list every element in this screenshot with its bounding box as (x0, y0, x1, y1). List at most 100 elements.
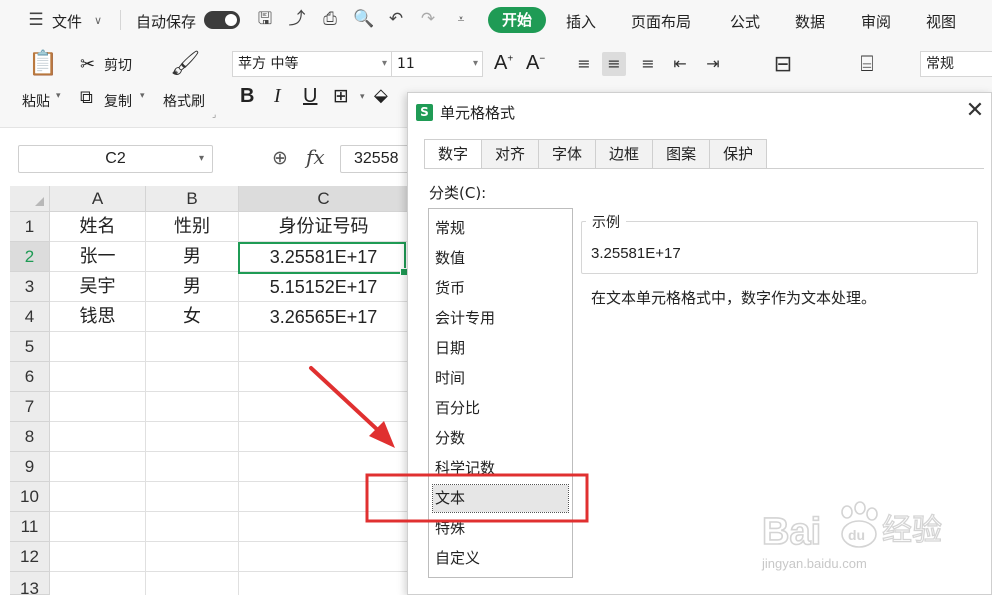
tab-pattern[interactable]: 图案 (653, 139, 711, 169)
category-date[interactable]: 日期 (433, 335, 568, 362)
copy-icon[interactable]: ⧉ (80, 87, 93, 108)
tab-view[interactable]: 视图 (926, 11, 956, 32)
row-header[interactable]: 6 (10, 362, 50, 392)
quick-access-dropdown-icon[interactable]: ⩡ (451, 9, 471, 29)
tab-alignment[interactable]: 对齐 (482, 139, 540, 169)
tab-formulas[interactable]: 公式 (730, 11, 760, 32)
cell-c1[interactable]: 身份证号码 (239, 212, 409, 242)
chevron-down-icon[interactable]: ▾ (199, 146, 204, 172)
undo-icon[interactable]: ↶ (386, 9, 406, 29)
chevron-down-icon[interactable]: ∨ (94, 14, 102, 27)
category-special[interactable]: 特殊 (433, 515, 568, 542)
column-header-a[interactable]: A (50, 186, 146, 212)
category-custom[interactable]: 自定义 (433, 545, 568, 572)
format-painter-icon[interactable]: 🖌 (170, 50, 200, 76)
autosave-toggle[interactable] (204, 11, 240, 29)
increase-font-icon[interactable]: A+ (494, 52, 513, 75)
bold-icon[interactable]: B (240, 85, 254, 108)
category-text[interactable]: 文本 (432, 484, 569, 513)
category-currency[interactable]: 货币 (433, 275, 568, 302)
redo-icon[interactable]: ↷ (418, 9, 438, 29)
scissors-icon[interactable]: ✂ (80, 54, 95, 75)
export-icon[interactable]: ⤴ (287, 9, 307, 29)
row-header[interactable]: 11 (10, 512, 50, 542)
row-header[interactable]: 8 (10, 422, 50, 452)
empty-cells-column-c[interactable] (239, 332, 409, 595)
cell-c3[interactable]: 5.15152E+17 (239, 272, 409, 302)
row-header[interactable]: 2 (10, 242, 50, 272)
category-scientific[interactable]: 科学记数 (433, 455, 568, 482)
cell-b2[interactable]: 男 (146, 242, 239, 272)
tab-review[interactable]: 审阅 (861, 11, 891, 32)
copy-dropdown-icon[interactable]: ▾ (140, 91, 145, 101)
hamburger-icon[interactable]: ☰ (26, 10, 46, 30)
print-icon[interactable]: ⎙ (320, 9, 340, 29)
merge-cells-icon[interactable]: ⊟ (766, 52, 800, 78)
category-general[interactable]: 常规 (433, 215, 568, 242)
paste-dropdown-icon[interactable]: ▾ (56, 91, 61, 101)
format-painter-button[interactable]: 格式刷 (163, 91, 205, 111)
tab-font[interactable]: 字体 (539, 139, 597, 169)
font-name-select[interactable]: 苹方 中等 ▾ (232, 51, 392, 77)
fill-color-icon[interactable]: ⬙ (374, 85, 388, 106)
category-percentage[interactable]: 百分比 (433, 395, 568, 422)
cell-b4[interactable]: 女 (146, 302, 239, 332)
category-accounting[interactable]: 会计专用 (433, 305, 568, 332)
row-header[interactable]: 5 (10, 332, 50, 362)
empty-cells-column-a[interactable] (50, 332, 146, 595)
column-header-c[interactable]: C (239, 186, 409, 212)
row-header[interactable]: 1 (10, 212, 50, 242)
italic-icon[interactable]: I (274, 85, 281, 108)
file-menu[interactable]: 文件 (52, 11, 82, 32)
fx-icon[interactable]: fx (306, 145, 325, 169)
tab-page-layout[interactable]: 页面布局 (631, 11, 691, 32)
zoom-icon[interactable]: ⊕ (272, 147, 288, 169)
column-header-b[interactable]: B (146, 186, 239, 212)
align-middle-icon[interactable]: ≡ (602, 52, 626, 76)
category-list[interactable]: 常规 数值 货币 会计专用 日期 时间 百分比 分数 科学记数 文本 特殊 自定… (428, 208, 573, 578)
tab-data[interactable]: 数据 (795, 11, 825, 32)
row-header[interactable]: 13 (10, 572, 50, 595)
wrap-text-icon[interactable]: ⌸ (850, 52, 884, 78)
cut-button[interactable]: 剪切 (104, 55, 132, 75)
tab-insert[interactable]: 插入 (566, 11, 596, 32)
cell-a1[interactable]: 姓名 (50, 212, 146, 242)
copy-button[interactable]: 复制 (104, 91, 132, 111)
category-number[interactable]: 数值 (433, 245, 568, 272)
align-top-icon[interactable]: ≡ (572, 52, 596, 76)
row-header[interactable]: 9 (10, 452, 50, 482)
save-icon[interactable]: 🖫 (255, 9, 275, 29)
row-header[interactable]: 3 (10, 272, 50, 302)
paste-button[interactable]: 粘贴 (22, 91, 50, 111)
decrease-font-icon[interactable]: A− (526, 52, 545, 75)
cell-b3[interactable]: 男 (146, 272, 239, 302)
cell-c4[interactable]: 3.26565E+17 (239, 302, 409, 332)
increase-indent-icon[interactable]: ⇥ (701, 52, 725, 76)
row-header[interactable]: 4 (10, 302, 50, 332)
clipboard-launcher-icon[interactable]: ⌟ (212, 110, 216, 120)
paste-icon[interactable]: 📋 (28, 50, 58, 76)
select-all-corner[interactable] (10, 186, 50, 212)
row-header[interactable]: 10 (10, 482, 50, 512)
cell-a2[interactable]: 张一 (50, 242, 146, 272)
tab-start[interactable]: 开始 (488, 7, 546, 33)
underline-icon[interactable]: U (303, 85, 317, 108)
print-preview-icon[interactable]: 🔍 (353, 9, 374, 29)
dialog-title-bar[interactable]: S 单元格格式 ✕ (408, 93, 991, 131)
tab-protection[interactable]: 保护 (710, 139, 768, 169)
tab-border[interactable]: 边框 (596, 139, 654, 169)
cell-a4[interactable]: 钱思 (50, 302, 146, 332)
border-icon[interactable]: ⊞ (333, 85, 349, 107)
category-time[interactable]: 时间 (433, 365, 568, 392)
empty-cells-column-b[interactable] (146, 332, 239, 595)
border-dropdown-icon[interactable]: ▾ (360, 92, 365, 102)
number-format-select[interactable]: 常规 (920, 51, 992, 77)
row-header[interactable]: 7 (10, 392, 50, 422)
category-fraction[interactable]: 分数 (433, 425, 568, 452)
name-box[interactable]: C2 ▾ (18, 145, 213, 173)
cell-a3[interactable]: 吴宇 (50, 272, 146, 302)
cell-b1[interactable]: 性别 (146, 212, 239, 242)
align-bottom-icon[interactable]: ≡ (636, 52, 660, 76)
tab-number[interactable]: 数字 (424, 139, 483, 169)
font-size-select[interactable]: 11 ▾ (391, 51, 483, 77)
